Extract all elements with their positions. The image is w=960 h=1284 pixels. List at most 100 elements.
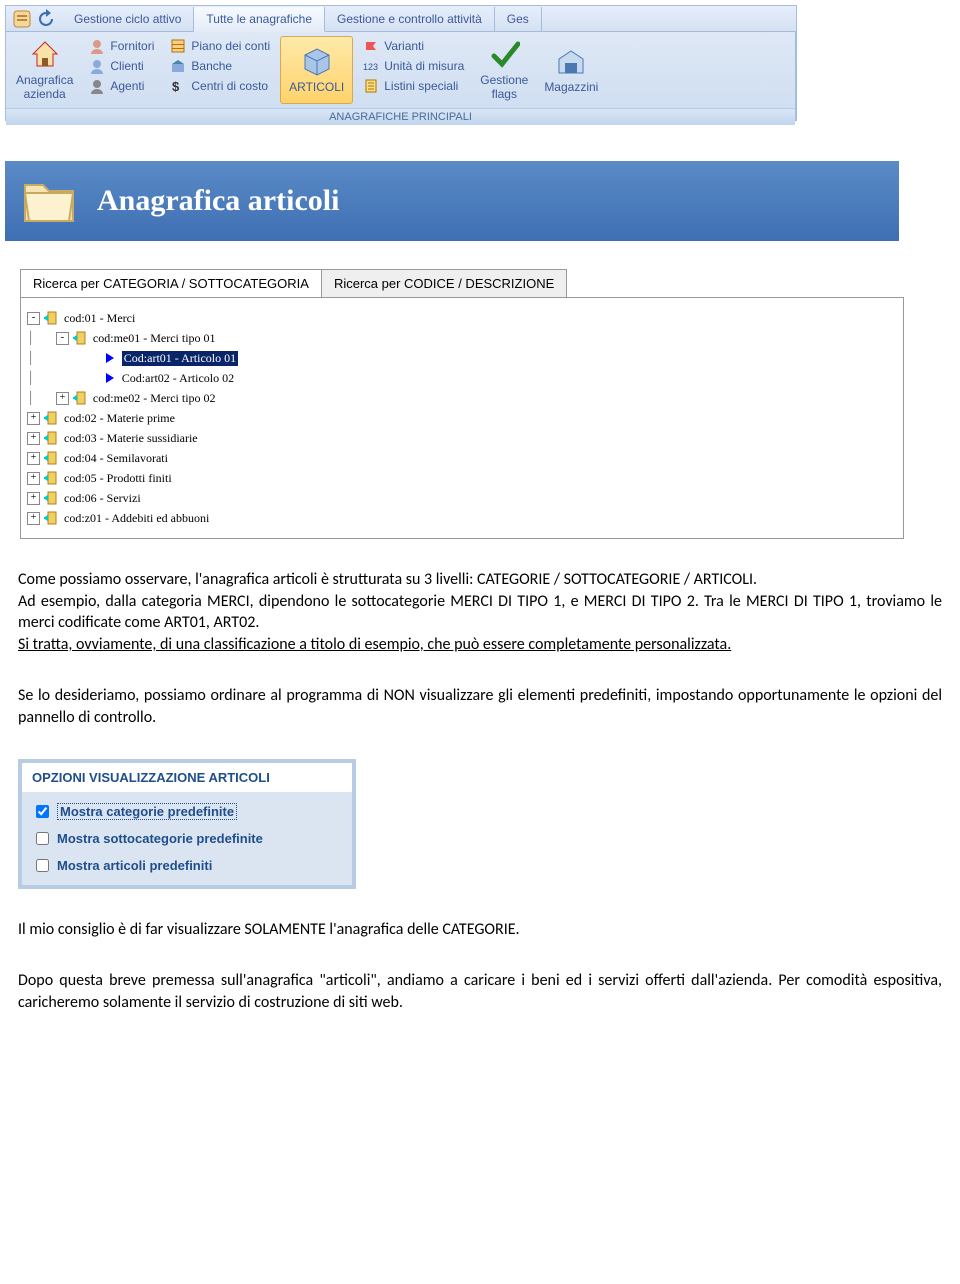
tree-label: cod:06 - Servizi [64,491,141,506]
home-icon [29,38,61,70]
expand-toggle[interactable]: + [27,432,40,445]
tree-node[interactable]: │ Cod:art02 - Articolo 02 [27,368,897,388]
magazzini-button[interactable]: Magazzini [536,34,606,106]
ribbon-mini-button[interactable]: Piano dei conti [164,36,276,56]
paragraph-1: Come possiamo osservare, l'anagrafica ar… [18,569,942,655]
category-icon [44,510,60,526]
mini-icon [170,58,186,74]
option-row[interactable]: Mostra sottocategorie predefinite [32,825,342,852]
options-header: OPZIONI VISUALIZZAZIONE ARTICOLI [22,763,352,792]
article-icon [102,350,118,366]
expand-toggle[interactable]: - [56,332,69,345]
expand-toggle[interactable]: + [56,392,69,405]
tree-node[interactable]: - cod:01 - Merci [27,308,897,328]
tree-label: cod:05 - Prodotti finiti [64,471,172,486]
tree-node[interactable]: + cod:05 - Prodotti finiti [27,468,897,488]
gestione-flags-button[interactable]: Gestione flags [472,34,536,106]
mini-icon: 123 [363,58,379,74]
option-row[interactable]: Mostra categorie predefinite [32,798,342,825]
ribbon-mini-button[interactable]: $Centri di costo [164,76,276,96]
mini-icon [170,38,186,54]
tree-label: cod:02 - Materie prime [64,411,175,426]
paragraph-2: Se lo desideriamo, possiamo ordinare al … [18,685,942,728]
tree-node[interactable]: + cod:02 - Materie prime [27,408,897,428]
ribbon-mini-button[interactable]: Varianti [357,36,470,56]
tree-node[interactable]: + cod:04 - Semilavorati [27,448,897,468]
tree-label: cod:me02 - Merci tipo 02 [93,391,216,406]
option-label: Mostra categorie predefinite [57,803,237,820]
search-tab[interactable]: Ricerca per CODICE / DESCRIZIONE [321,269,567,297]
ribbon-mini-button[interactable]: 123Unità di misura [357,56,470,76]
tree-node[interactable]: │ -cod:me01 - Merci tipo 01 [27,328,897,348]
svg-text:123: 123 [363,62,378,72]
mini-icon [89,38,105,54]
category-icon [44,410,60,426]
option-label: Mostra articoli predefiniti [57,858,212,873]
option-checkbox[interactable] [36,832,49,845]
refresh-icon[interactable] [36,9,56,29]
article-icon [102,370,118,386]
tree-label: cod:01 - Merci [64,311,135,326]
mini-icon [89,58,105,74]
paragraph-3: Il mio consiglio è di far visualizzare S… [18,919,942,941]
ribbon-mini-button[interactable]: Listini speciali [357,76,470,96]
option-row[interactable]: Mostra articoli predefiniti [32,852,342,879]
ribbon-mini-button[interactable]: Agenti [83,76,160,96]
ribbon-toolbar: Gestione ciclo attivoTutte le anagrafich… [5,5,797,121]
ribbon-group-caption: ANAGRAFICHE PRINCIPALI [6,108,795,125]
ribbon-tab[interactable]: Tutte le anagrafiche [194,7,325,32]
mini-icon [363,38,379,54]
expand-toggle[interactable]: - [27,312,40,325]
options-panel: OPZIONI VISUALIZZAZIONE ARTICOLI Mostra … [18,759,356,889]
category-icon [44,470,60,486]
ribbon-mini-button[interactable]: Fornitori [83,36,160,56]
ribbon-mini-button[interactable]: Clienti [83,56,160,76]
folder-icon [19,171,79,231]
search-tabs: Ricerca per CATEGORIA / SOTTOCATEGORIARi… [20,269,955,297]
ribbon-mini-button[interactable]: Banche [164,56,276,76]
category-icon [44,490,60,506]
ribbon-tab[interactable]: Ges [495,7,542,31]
page-banner: Anagrafica articoli [5,161,899,241]
page-title: Anagrafica articoli [97,184,339,218]
ribbon-tab[interactable]: Gestione e controllo attività [325,7,495,31]
expand-toggle[interactable]: + [27,492,40,505]
mini-icon: $ [170,78,186,94]
anagrafica-azienda-button[interactable]: Anagrafica azienda [8,34,81,106]
option-label: Mostra sottocategorie predefinite [57,831,263,846]
tree-node[interactable]: │ Cod:art01 - Articolo 01 [27,348,897,368]
tree-label: cod:z01 - Addebiti ed abbuoni [64,511,209,526]
svg-text:$: $ [172,79,180,94]
option-checkbox[interactable] [36,805,49,818]
tree-node[interactable]: + cod:06 - Servizi [27,488,897,508]
category-icon [44,430,60,446]
category-tree[interactable]: -cod:01 - Merci│ -cod:me01 - Merci tipo … [20,297,904,539]
category-icon [44,450,60,466]
app-icon [12,9,32,29]
expand-toggle[interactable]: + [27,512,40,525]
tree-node[interactable]: │ +cod:me02 - Merci tipo 02 [27,388,897,408]
box-icon [301,45,333,77]
category-icon [73,330,89,346]
paragraph-4: Dopo questa breve premessa sull'anagrafi… [18,970,942,1013]
tree-label: Cod:art01 - Articolo 01 [122,351,238,366]
tree-label: cod:03 - Materie sussidiarie [64,431,198,446]
checkmark-icon [488,38,520,70]
option-checkbox[interactable] [36,859,49,872]
articoli-button[interactable]: ARTICOLI [280,36,353,104]
tree-label: Cod:art02 - Articolo 02 [122,371,234,386]
tree-node[interactable]: + cod:z01 - Addebiti ed abbuoni [27,508,897,528]
expand-toggle[interactable]: + [27,412,40,425]
ribbon-tab[interactable]: Gestione ciclo attivo [62,7,194,31]
category-icon [44,310,60,326]
expand-toggle[interactable]: + [27,452,40,465]
warehouse-icon [555,45,587,77]
tree-label: cod:04 - Semilavorati [64,451,168,466]
quick-access [6,9,62,29]
tree-label: cod:me01 - Merci tipo 01 [93,331,216,346]
category-icon [73,390,89,406]
tree-node[interactable]: + cod:03 - Materie sussidiarie [27,428,897,448]
mini-icon [363,78,379,94]
search-tab[interactable]: Ricerca per CATEGORIA / SOTTOCATEGORIA [20,269,322,297]
expand-toggle[interactable]: + [27,472,40,485]
